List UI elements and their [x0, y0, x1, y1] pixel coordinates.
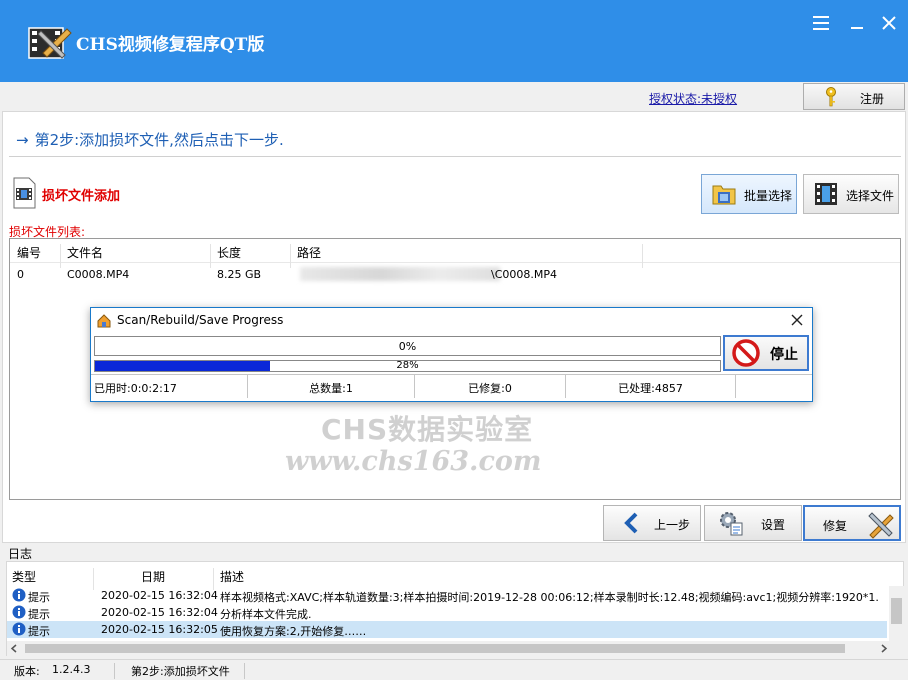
info-icon — [12, 605, 26, 619]
status-divider — [114, 663, 115, 679]
app-title: CHS视频修复程序QT版 — [76, 35, 265, 55]
divider — [9, 156, 901, 157]
previous-step-label: 上一步 — [654, 518, 691, 532]
watermark-url: www.chs163.com — [285, 446, 542, 477]
row-filename: C0008.MP4 — [67, 268, 130, 281]
dialog-title: Scan/Rebuild/Save Progress — [117, 313, 284, 327]
arrow-right-icon: → — [16, 131, 29, 149]
log-description: 分析样本文件完成. — [220, 608, 312, 621]
log-type: 提示 — [28, 591, 50, 604]
log-row[interactable]: 提示 2020-02-15 16:32:05 使用恢复方案:2,开始修复…… — [7, 621, 887, 638]
log-date: 2020-02-15 16:32:05 — [101, 623, 218, 636]
row-path: \C0008.MP4 — [491, 268, 557, 281]
register-label: 注册 — [860, 92, 885, 106]
log-description: 使用恢复方案:2,开始修复…… — [220, 625, 367, 638]
log-caption: 日志 — [8, 547, 33, 561]
overall-progress-text: 0% — [398, 340, 417, 353]
log-row[interactable]: 提示 2020-02-15 16:32:04 样本视频格式:XAVC;样本轨道数… — [7, 587, 887, 604]
settings-label: 设置 — [761, 518, 786, 532]
overall-progress-bar: 0% — [94, 336, 721, 356]
menu-icon — [813, 16, 829, 30]
status-step: 第2步:添加损坏文件 — [131, 665, 230, 678]
log-type: 提示 — [28, 625, 50, 638]
scroll-left-icon[interactable] — [10, 644, 19, 653]
version-value: 1.2.4.3 — [52, 663, 91, 676]
column-header[interactable]: 类型 — [12, 568, 36, 585]
minimize-icon — [851, 27, 863, 29]
column-header[interactable]: 日期 — [141, 568, 165, 585]
previous-step-button[interactable]: 上一步 — [603, 505, 701, 541]
column-header[interactable]: 文件名 — [67, 244, 103, 261]
license-status-link[interactable]: 授权状态:未授权 — [649, 90, 737, 107]
minimize-button[interactable] — [846, 12, 868, 34]
settings-gear-icon — [720, 512, 743, 536]
vertical-scrollbar[interactable] — [889, 586, 904, 644]
add-damaged-file-label: 损坏文件添加 — [42, 189, 121, 204]
log-table[interactable]: 类型 日期 描述 提示 2020-02-15 16:32:04 样本视频格式:X… — [6, 561, 904, 656]
close-button[interactable] — [878, 12, 900, 34]
batch-select-button[interactable]: 批量选择 — [701, 174, 797, 214]
repair-button[interactable]: 修复 — [803, 505, 901, 541]
video-file-icon — [13, 177, 36, 209]
column-header[interactable]: 编号 — [17, 244, 41, 261]
stop-button[interactable]: 停止 — [723, 335, 809, 371]
current-progress-bar: 28% — [94, 360, 721, 372]
log-type: 提示 — [28, 608, 50, 621]
horizontal-scrollbar[interactable] — [7, 641, 904, 656]
select-file-label: 选择文件 — [846, 189, 895, 203]
stop-label: 停止 — [770, 347, 798, 363]
chevron-left-icon — [624, 512, 638, 534]
settings-button[interactable]: 设置 — [704, 505, 802, 541]
column-header[interactable]: 描述 — [220, 568, 244, 585]
column-header[interactable]: 长度 — [217, 244, 241, 261]
step-title: → 第2步:添加损坏文件,然后点击下一步. — [16, 129, 284, 150]
info-icon — [12, 622, 26, 636]
title-bar: CHS视频修复程序QT版 — [0, 0, 908, 82]
key-icon — [826, 87, 836, 107]
version-label: 版本: — [14, 665, 40, 678]
log-date: 2020-02-15 16:32:04 — [101, 606, 218, 619]
close-icon[interactable] — [789, 312, 805, 328]
watermark-text: CHS数据实验室 — [321, 413, 534, 446]
status-divider — [244, 663, 245, 679]
redacted-path — [300, 267, 500, 281]
processed-count: 已处理:4857 — [566, 375, 736, 398]
log-description: 样本视频格式:XAVC;样本轨道数量:3;样本拍摄时间:2019-12-28 0… — [220, 591, 879, 604]
repair-label: 修复 — [823, 519, 848, 533]
row-size: 8.25 GB — [217, 268, 262, 281]
log-date: 2020-02-15 16:32:04 — [101, 589, 218, 602]
close-icon — [882, 16, 896, 30]
file-table-header: 编号 文件名 长度 路径 — [10, 239, 900, 268]
column-divider — [290, 244, 291, 268]
log-row[interactable]: 提示 2020-02-15 16:32:04 分析样本文件完成. — [7, 604, 887, 621]
progress-dialog: Scan/Rebuild/Save Progress 0% 28% 停止 已用时… — [90, 307, 813, 402]
repaired-count: 已修复:0 — [415, 375, 566, 398]
app-logo-icon — [28, 27, 72, 59]
tools-icon — [868, 512, 894, 539]
menu-button[interactable] — [810, 12, 832, 34]
film-icon — [815, 183, 837, 205]
row-id: 0 — [17, 268, 24, 281]
batch-select-label: 批量选择 — [744, 189, 793, 203]
step-text: 第2步:添加损坏文件,然后点击下一步. — [34, 131, 284, 149]
app-small-icon — [97, 314, 111, 328]
status-bar: 版本: 1.2.4.3 第2步:添加损坏文件 — [0, 659, 908, 680]
select-file-button[interactable]: 选择文件 — [803, 174, 899, 214]
folder-icon — [712, 185, 736, 205]
scroll-thumb[interactable] — [891, 598, 902, 624]
current-progress-text: 28% — [396, 360, 419, 371]
total-count: 总数量:1 — [248, 375, 415, 398]
scroll-right-icon[interactable] — [879, 644, 888, 653]
progress-stats: 已用时:0:0:2:17 总数量:1 已修复:0 已处理:4857 — [91, 374, 812, 398]
column-header[interactable]: 路径 — [297, 244, 321, 261]
column-divider — [210, 244, 211, 268]
column-divider — [642, 244, 643, 268]
info-icon — [12, 588, 26, 602]
elapsed-time: 已用时:0:0:2:17 — [91, 375, 248, 398]
stop-icon — [732, 339, 760, 367]
column-divider — [60, 244, 61, 268]
scroll-thumb[interactable] — [25, 644, 845, 653]
register-button[interactable]: 注册 — [803, 83, 905, 110]
